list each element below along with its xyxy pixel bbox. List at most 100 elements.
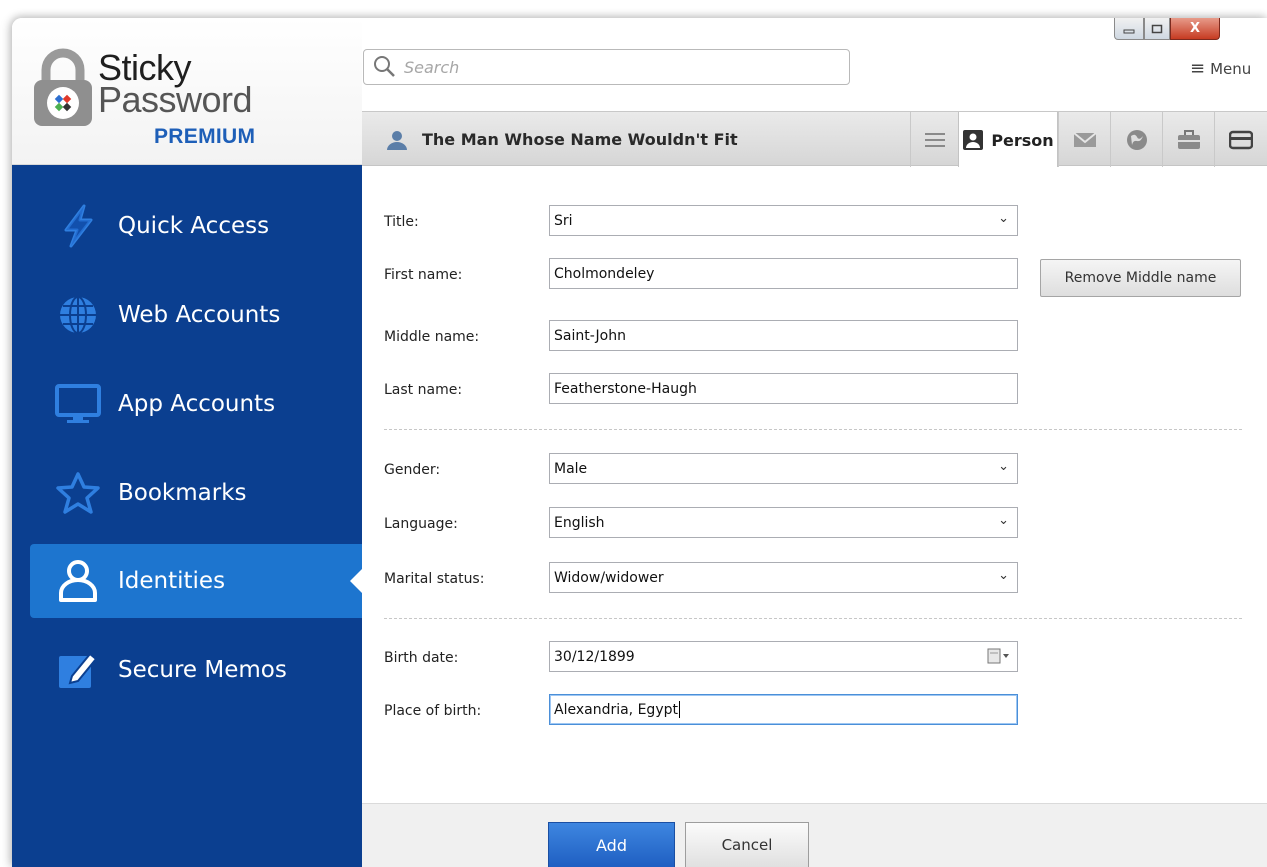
window-controls: X xyxy=(1114,18,1220,40)
last-name-field[interactable]: Featherstone-Haugh xyxy=(549,373,1018,404)
search-icon xyxy=(374,56,395,77)
gender-value: Male xyxy=(554,460,588,477)
title-value: Sri xyxy=(554,212,573,229)
place-of-birth-value: Alexandria, Egypt xyxy=(554,701,678,718)
language-select[interactable]: English ⌄ xyxy=(549,507,1018,538)
credit-card-icon xyxy=(1228,130,1253,149)
sidebar-item-label: Quick Access xyxy=(118,213,270,239)
search-box[interactable] xyxy=(363,49,850,85)
language-label: Language: xyxy=(384,516,458,532)
tab-bar: Person xyxy=(910,112,1266,168)
padlock-logo-icon xyxy=(34,48,92,126)
place-of-birth-label: Place of birth: xyxy=(384,703,482,719)
menu-button[interactable]: ≡ Menu xyxy=(1190,58,1251,79)
star-icon xyxy=(52,467,104,519)
section-divider xyxy=(384,618,1242,619)
logo-wordmark: Sticky Password xyxy=(98,50,253,120)
first-name-row: First name: xyxy=(384,260,549,290)
title-label: Title: xyxy=(384,214,419,230)
chevron-down-icon: ⌄ xyxy=(998,459,1009,474)
tab-person[interactable]: Person xyxy=(958,112,1058,168)
tab-card[interactable] xyxy=(1214,112,1266,167)
marital-status-row: Marital status: xyxy=(384,564,549,594)
sidebar-item-label: Web Accounts xyxy=(118,302,281,328)
marital-status-value: Widow/widower xyxy=(554,569,664,586)
middle-name-field[interactable]: Saint-John xyxy=(549,320,1018,351)
person-icon xyxy=(52,555,104,607)
sidebar-item-label: Bookmarks xyxy=(118,480,247,506)
sidebar: Sticky Password PREMIUM Quick Access Web… xyxy=(12,18,364,867)
chevron-down-icon: ⌄ xyxy=(998,568,1009,583)
calendar-icon xyxy=(987,648,1009,664)
sidebar-item-label: App Accounts xyxy=(118,391,276,417)
sidebar-item-quick-access[interactable]: Quick Access xyxy=(30,189,362,263)
section-divider xyxy=(384,429,1242,430)
search-input[interactable] xyxy=(404,57,824,77)
cancel-button[interactable]: Cancel xyxy=(685,822,809,867)
hamburger-icon: ≡ xyxy=(1190,58,1206,79)
place-of-birth-row: Place of birth: xyxy=(384,696,549,726)
top-bar: X ≡ Menu xyxy=(362,18,1267,110)
app-window: Sticky Password PREMIUM Quick Access Web… xyxy=(12,18,1267,867)
sidebar-item-app-accounts[interactable]: App Accounts xyxy=(30,367,362,441)
sidebar-item-bookmarks[interactable]: Bookmarks xyxy=(30,456,362,530)
person-icon xyxy=(387,130,407,150)
minimize-icon xyxy=(1123,29,1135,33)
maximize-icon xyxy=(1151,24,1163,33)
birth-date-field[interactable]: 30/12/1899 xyxy=(549,641,1018,672)
person-form: Title: Sri ⌄ First name: Cholmondeley Re… xyxy=(362,167,1267,803)
sidebar-item-label: Secure Memos xyxy=(118,657,287,683)
lightning-icon xyxy=(52,200,104,252)
text-caret xyxy=(678,701,680,718)
sidebar-item-identities[interactable]: Identities xyxy=(30,544,364,618)
logo-edition: PREMIUM xyxy=(154,125,256,148)
minimize-button[interactable] xyxy=(1114,18,1144,40)
last-name-value: Featherstone-Haugh xyxy=(554,380,697,397)
first-name-value: Cholmondeley xyxy=(554,265,655,282)
memo-icon xyxy=(52,644,104,696)
chevron-down-icon: ⌄ xyxy=(998,211,1009,226)
add-button[interactable]: Add xyxy=(548,822,675,867)
gender-label: Gender: xyxy=(384,462,441,478)
id-card-icon xyxy=(963,130,984,150)
calendar-dropdown-button[interactable] xyxy=(987,648,1011,664)
close-button[interactable]: X xyxy=(1170,18,1220,40)
list-icon xyxy=(924,132,945,147)
marital-status-label: Marital status: xyxy=(384,571,485,587)
tab-list[interactable] xyxy=(910,112,958,167)
language-row: Language: xyxy=(384,509,549,539)
sidebar-item-secure-memos[interactable]: Secure Memos xyxy=(30,633,362,707)
maximize-button[interactable] xyxy=(1144,18,1170,40)
envelope-icon xyxy=(1072,131,1097,147)
monitor-icon xyxy=(52,378,104,430)
tab-web[interactable] xyxy=(1110,112,1162,167)
tab-email[interactable] xyxy=(1058,112,1110,167)
middle-name-label: Middle name: xyxy=(384,329,480,345)
form-footer: Add Cancel xyxy=(362,803,1267,867)
sidebar-item-label: Identities xyxy=(118,568,226,594)
tab-company[interactable] xyxy=(1162,112,1214,167)
title-select[interactable]: Sri ⌄ xyxy=(549,205,1018,236)
remove-middle-name-button[interactable]: Remove Middle name xyxy=(1040,259,1241,297)
first-name-label: First name: xyxy=(384,267,463,283)
globe-icon xyxy=(1126,129,1147,150)
title-row: Title: xyxy=(384,207,549,237)
middle-name-row: Middle name: xyxy=(384,322,549,352)
entry-header: The Man Whose Name Wouldn't Fit Person xyxy=(362,111,1267,168)
sidebar-item-web-accounts[interactable]: Web Accounts xyxy=(30,278,362,352)
last-name-row: Last name: xyxy=(384,375,549,405)
marital-status-select[interactable]: Widow/widower ⌄ xyxy=(549,562,1018,593)
main-panel: X ≡ Menu The Man Whose Name Wouldn't Fit… xyxy=(362,18,1267,867)
entry-title-text: The Man Whose Name Wouldn't Fit xyxy=(422,130,738,149)
gender-row: Gender: xyxy=(384,455,549,485)
logo-area: Sticky Password PREMIUM xyxy=(12,18,362,165)
close-icon: X xyxy=(1189,21,1201,36)
first-name-field[interactable]: Cholmondeley xyxy=(549,258,1018,289)
place-of-birth-field[interactable]: Alexandria, Egypt xyxy=(549,694,1018,725)
language-value: English xyxy=(554,514,605,531)
gender-select[interactable]: Male ⌄ xyxy=(549,453,1018,484)
birth-date-value: 30/12/1899 xyxy=(554,648,635,665)
last-name-label: Last name: xyxy=(384,382,463,398)
globe-icon xyxy=(52,289,104,341)
logo-line-password: Password xyxy=(98,79,253,120)
